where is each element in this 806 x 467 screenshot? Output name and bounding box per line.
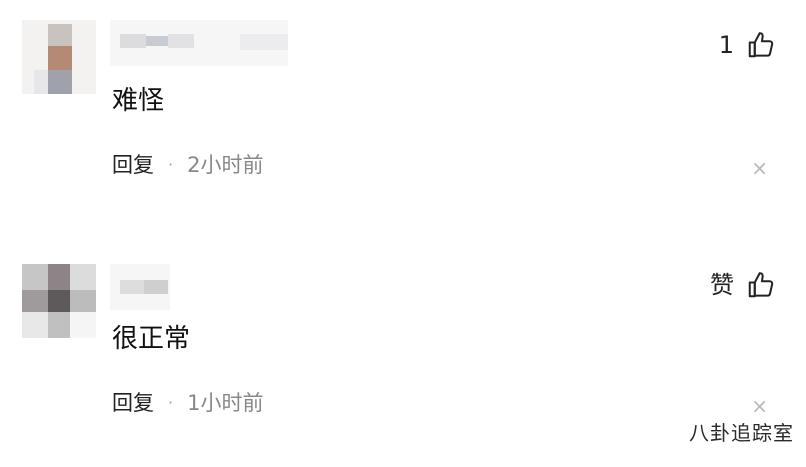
timestamp: 2小时前: [187, 153, 264, 177]
thumbs-up-icon[interactable]: [746, 30, 776, 60]
avatar[interactable]: [22, 264, 96, 338]
comment-text: 难怪: [112, 86, 165, 116]
close-icon[interactable]: ×: [751, 158, 768, 178]
meta-separator: ·: [168, 155, 174, 174]
username-blurred: [110, 264, 170, 310]
comment-meta: 回复 · 2小时前: [112, 150, 263, 180]
timestamp: 1小时前: [187, 391, 264, 415]
like-control[interactable]: 1: [719, 28, 776, 62]
meta-separator: ·: [168, 393, 174, 412]
reply-button[interactable]: 回复: [112, 388, 154, 418]
like-control[interactable]: 赞: [710, 268, 776, 302]
reply-button[interactable]: 回复: [112, 150, 154, 180]
comment-text: 很正常: [112, 324, 191, 354]
username-blurred: [110, 20, 288, 66]
watermark: 八卦追踪室: [689, 421, 794, 445]
comment-meta: 回复 · 1小时前: [112, 388, 263, 418]
comment-item: 赞 很正常 回复 · 1小时前 ×: [0, 240, 806, 467]
avatar[interactable]: [22, 20, 96, 94]
comment-item: 1 难怪 回复 · 2小时前 ×: [0, 0, 806, 227]
close-icon[interactable]: ×: [751, 396, 768, 416]
like-count: 1: [718, 31, 734, 59]
thumbs-up-icon[interactable]: [746, 270, 776, 300]
like-label: 赞: [710, 271, 734, 299]
